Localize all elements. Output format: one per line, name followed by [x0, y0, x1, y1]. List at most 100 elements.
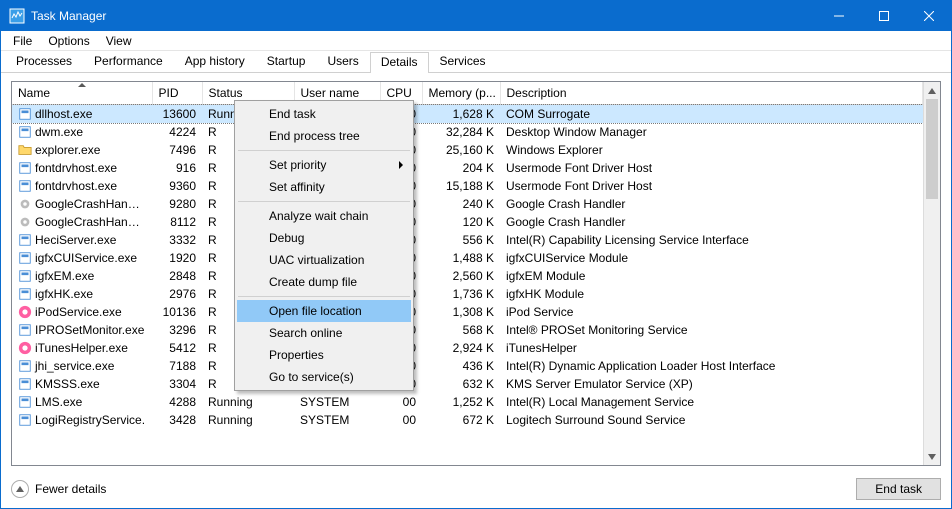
- cell-status: Running: [202, 411, 294, 429]
- scrollbar-vertical[interactable]: [923, 82, 940, 465]
- menu-item-analyze-wait-chain[interactable]: Analyze wait chain: [237, 205, 411, 227]
- cell-description: Google Crash Handler: [500, 195, 923, 213]
- tab-processes[interactable]: Processes: [5, 51, 83, 72]
- cell-name: igfxHK.exe: [12, 285, 152, 303]
- cell-status: Running: [202, 393, 294, 411]
- menu-options[interactable]: Options: [40, 33, 97, 49]
- table-row[interactable]: dllhost.exe13600RunningAjinkya001,628 KC…: [12, 105, 923, 123]
- tab-startup[interactable]: Startup: [256, 51, 317, 72]
- window-title: Task Manager: [31, 9, 816, 23]
- task-manager-icon: [9, 8, 25, 24]
- menu-item-search-online[interactable]: Search online: [237, 322, 411, 344]
- table-row[interactable]: GoogleCrashHandler...8112R00120 KGoogle …: [12, 213, 923, 231]
- cell-memory: 1,736 K: [422, 285, 500, 303]
- cell-memory: 2,560 K: [422, 267, 500, 285]
- menu-item-end-process-tree[interactable]: End process tree: [237, 125, 411, 147]
- cell-memory: 240 K: [422, 195, 500, 213]
- cell-cpu: 00: [380, 411, 422, 429]
- col-name[interactable]: Name: [12, 82, 152, 105]
- menu-item-create-dump-file[interactable]: Create dump file: [237, 271, 411, 293]
- cell-pid: 7496: [152, 141, 202, 159]
- menu-separator: [238, 201, 410, 202]
- menu-separator: [238, 296, 410, 297]
- cell-memory: 2,924 K: [422, 339, 500, 357]
- cell-pid: 10136: [152, 303, 202, 321]
- table-row[interactable]: LogiRegistryService.3428RunningSYSTEM006…: [12, 411, 923, 429]
- table-row[interactable]: explorer.exe7496R0025,160 KWindows Explo…: [12, 141, 923, 159]
- cell-name: GoogleCrashHandler...: [12, 213, 152, 231]
- table-row[interactable]: HeciServer.exe3332R00556 KIntel(R) Capab…: [12, 231, 923, 249]
- cell-pid: 3304: [152, 375, 202, 393]
- tab-services[interactable]: Services: [429, 51, 497, 72]
- menu-item-set-priority[interactable]: Set priority: [237, 154, 411, 176]
- col-description[interactable]: Description: [500, 82, 923, 105]
- scroll-track[interactable]: [924, 99, 940, 448]
- tab-details[interactable]: Details: [370, 52, 429, 73]
- menu-item-end-task[interactable]: End task: [237, 103, 411, 125]
- table-row[interactable]: igfxHK.exe2976R001,736 KigfxHK Module: [12, 285, 923, 303]
- cell-name: HeciServer.exe: [12, 231, 152, 249]
- cell-memory: 32,284 K: [422, 123, 500, 141]
- menu-item-set-affinity[interactable]: Set affinity: [237, 176, 411, 198]
- cell-user: SYSTEM: [294, 411, 380, 429]
- menu-item-debug[interactable]: Debug: [237, 227, 411, 249]
- cell-description: COM Surrogate: [500, 105, 923, 123]
- menu-item-properties[interactable]: Properties: [237, 344, 411, 366]
- cell-description: KMS Server Emulator Service (XP): [500, 375, 923, 393]
- cell-name: dwm.exe: [12, 123, 152, 141]
- end-task-button[interactable]: End task: [856, 478, 941, 500]
- table-row[interactable]: KMSSS.exe3304R00632 KKMS Server Emulator…: [12, 375, 923, 393]
- menu-view[interactable]: View: [98, 33, 140, 49]
- cell-description: iTunesHelper: [500, 339, 923, 357]
- table-row[interactable]: IPROSetMonitor.exe3296R00568 KIntel® PRO…: [12, 321, 923, 339]
- close-button[interactable]: [906, 1, 951, 31]
- table-row[interactable]: fontdrvhost.exe916R00204 KUsermode Font …: [12, 159, 923, 177]
- cell-memory: 436 K: [422, 357, 500, 375]
- cell-description: Google Crash Handler: [500, 213, 923, 231]
- cell-pid: 3296: [152, 321, 202, 339]
- tab-performance[interactable]: Performance: [83, 51, 174, 72]
- table-row[interactable]: dwm.exe4224R0032,284 KDesktop Window Man…: [12, 123, 923, 141]
- minimize-button[interactable]: [816, 1, 861, 31]
- cell-name: dllhost.exe: [12, 105, 152, 123]
- maximize-button[interactable]: [861, 1, 906, 31]
- fewer-details-button[interactable]: Fewer details: [11, 480, 106, 498]
- table-row[interactable]: LMS.exe4288RunningSYSTEM001,252 KIntel(R…: [12, 393, 923, 411]
- scroll-thumb[interactable]: [926, 99, 938, 199]
- cell-description: igfxCUIService Module: [500, 249, 923, 267]
- cell-memory: 204 K: [422, 159, 500, 177]
- menu-item-go-to-service-s-[interactable]: Go to service(s): [237, 366, 411, 388]
- cell-pid: 8112: [152, 213, 202, 231]
- col-memory[interactable]: Memory (p...: [422, 82, 500, 105]
- cell-memory: 1,308 K: [422, 303, 500, 321]
- table-row[interactable]: GoogleCrashHandler...9280R00240 KGoogle …: [12, 195, 923, 213]
- cell-memory: 672 K: [422, 411, 500, 429]
- scroll-up-button[interactable]: [924, 82, 940, 99]
- cell-name: iPodService.exe: [12, 303, 152, 321]
- table-row[interactable]: fontdrvhost.exe9360R0015,188 KUsermode F…: [12, 177, 923, 195]
- scroll-down-button[interactable]: [924, 448, 940, 465]
- table-row[interactable]: igfxEM.exe2848R002,560 KigfxEM Module: [12, 267, 923, 285]
- col-pid[interactable]: PID: [152, 82, 202, 105]
- menu-item-open-file-location[interactable]: Open file location: [237, 300, 411, 322]
- table-row[interactable]: igfxCUIService.exe1920R001,488 KigfxCUIS…: [12, 249, 923, 267]
- tab-users[interactable]: Users: [316, 51, 369, 72]
- menu-file[interactable]: File: [5, 33, 40, 49]
- cell-description: Logitech Surround Sound Service: [500, 411, 923, 429]
- menu-item-uac-virtualization[interactable]: UAC virtualization: [237, 249, 411, 271]
- cell-pid: 4288: [152, 393, 202, 411]
- cell-memory: 632 K: [422, 375, 500, 393]
- content-area: Name PID Status User name CPU Memory (p.…: [1, 73, 951, 472]
- table-row[interactable]: iTunesHelper.exe5412R002,924 KiTunesHelp…: [12, 339, 923, 357]
- table-row[interactable]: jhi_service.exe7188R00436 KIntel(R) Dyna…: [12, 357, 923, 375]
- footer: Fewer details End task: [1, 472, 951, 508]
- cell-description: Usermode Font Driver Host: [500, 177, 923, 195]
- cell-user: SYSTEM: [294, 393, 380, 411]
- cell-pid: 3332: [152, 231, 202, 249]
- cell-pid: 9360: [152, 177, 202, 195]
- table-row[interactable]: iPodService.exe10136R001,308 KiPod Servi…: [12, 303, 923, 321]
- cell-name: iTunesHelper.exe: [12, 339, 152, 357]
- tab-app-history[interactable]: App history: [174, 51, 256, 72]
- cell-name: jhi_service.exe: [12, 357, 152, 375]
- cell-memory: 25,160 K: [422, 141, 500, 159]
